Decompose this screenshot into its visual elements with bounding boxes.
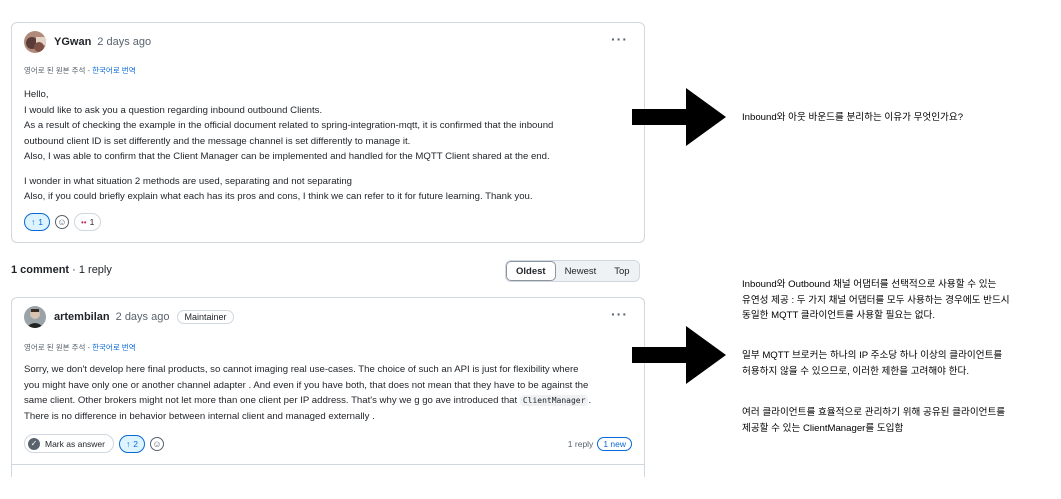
mark-as-answer-label: Mark as answer <box>45 438 105 449</box>
upvote-count: 2 <box>133 438 138 449</box>
answer-author[interactable]: artembilan <box>54 311 110 323</box>
question-line: I wonder in what situation 2 methods are… <box>24 175 352 187</box>
eyes-reaction-button[interactable]: •• 1 <box>73 213 102 231</box>
upvote-count: 1 <box>38 217 43 227</box>
annotation-note-2: Inbound와 Outbound 채널 어댑터를 선택적으로 사용할 수 있는… <box>742 277 1010 324</box>
question-translate-link[interactable]: 한국어로 번역 <box>92 66 135 75</box>
sort-oldest-button[interactable]: Oldest <box>506 261 556 281</box>
question-line: As a result of checking the example in t… <box>24 120 554 131</box>
answer-line-end: . <box>588 395 592 406</box>
client-manager-code: ClientManager <box>519 395 589 406</box>
annotation-line: 제공할 수 있는 ClientManager를 도입함 <box>742 422 904 434</box>
eyes-emoji-icon: •• <box>80 217 87 227</box>
annotation-line: 허용하지 않을 수 있으므로, 이러한 제한을 고려해야 한다. <box>742 365 969 377</box>
check-circle-icon: ✓ <box>28 437 40 450</box>
question-header: YGwan 2 days ago <box>24 30 151 54</box>
question-more-options-icon[interactable]: ··· <box>611 31 628 47</box>
reply-count[interactable]: 1 reply <box>568 439 594 449</box>
annotation-note-3: 일부 MQTT 브로커는 하나의 IP 주소당 하나 이상의 클라이언트를 허용… <box>742 348 1002 379</box>
annotation-line: 일부 MQTT 브로커는 하나의 IP 주소당 하나 이상의 클라이언트를 <box>742 350 1003 361</box>
question-line: outbound client ID is set differently an… <box>24 135 411 147</box>
answer-body: Sorry, we don't develop here final produ… <box>24 362 634 424</box>
new-replies-badge[interactable]: 1 new <box>597 437 632 451</box>
question-translation-note: 영어로 된 원본 주석 - <box>24 66 93 75</box>
sort-top-button[interactable]: Top <box>605 261 638 281</box>
sort-newest-button[interactable]: Newest <box>556 261 606 281</box>
question-author[interactable]: YGwan <box>54 36 91 48</box>
annotation-line: 유연성 제공 : 두 가지 채널 어댑터를 모두 사용하는 경우에도 반드시 <box>742 294 1010 306</box>
question-body: Hello, I would like to ask you a questio… <box>24 87 624 205</box>
ygwan-avatar[interactable] <box>24 31 46 53</box>
add-reaction-smiley-icon[interactable]: ☺ <box>149 436 164 451</box>
answer-time[interactable]: 2 days ago <box>116 311 170 323</box>
answer-translation-note: 영어로 된 원본 주석 - <box>24 343 93 352</box>
question-spacer <box>24 165 624 174</box>
question-reactions: ↑ 1 ☺ •• 1 <box>24 213 102 231</box>
answer-line: There is no difference in behavior betwe… <box>24 410 375 422</box>
comment-summary: 1 comment · 1 reply <box>11 264 112 276</box>
annotation-note-4: 여러 클라이언트를 효율적으로 관리하기 위해 공유된 클라이언트를 제공할 수… <box>742 405 1005 436</box>
add-reaction-smiley-icon[interactable]: ☺ <box>54 215 69 229</box>
answer-upvote-button[interactable]: ↑ 2 <box>119 434 145 453</box>
answer-translation-bar: 영어로 된 원본 주석 - 한국어로 번역 <box>24 342 136 353</box>
reply-thread-info: 1 reply 1 new <box>568 437 632 451</box>
eyes-reaction-count: 1 <box>89 217 95 227</box>
right-arrow-icon <box>632 326 726 384</box>
answer-card: artembilan 2 days ago Maintainer ··· 영어로… <box>11 297 645 477</box>
question-time[interactable]: 2 days ago <box>97 36 151 48</box>
annotation-line: 여러 클라이언트를 효율적으로 관리하기 위해 공유된 클라이언트를 <box>742 407 1006 418</box>
upvote-arrow-icon: ↑ <box>126 438 131 449</box>
card-divider <box>12 464 644 465</box>
answer-line: Sorry, we don't develop here final produ… <box>24 364 579 375</box>
answer-actions: ✓ Mark as answer ↑ 2 ☺ <box>24 434 164 453</box>
artembilan-avatar[interactable] <box>24 306 46 328</box>
mark-as-answer-button[interactable]: ✓ Mark as answer <box>24 434 114 453</box>
annotation-line: Inbound와 Outbound 채널 어댑터를 선택적으로 사용할 수 있는 <box>742 279 997 290</box>
question-card: YGwan 2 days ago ··· 영어로 된 원본 주석 - 한국어로 … <box>11 22 645 243</box>
sort-toggle: Oldest Newest Top <box>505 260 640 282</box>
question-upvote-button[interactable]: ↑ 1 <box>24 213 50 231</box>
reply-count-summary: · 1 reply <box>69 264 112 276</box>
question-translation-bar: 영어로 된 원본 주석 - 한국어로 번역 <box>24 65 136 76</box>
upvote-arrow-icon: ↑ <box>31 217 36 227</box>
answer-header: artembilan 2 days ago Maintainer <box>24 305 234 329</box>
maintainer-badge: Maintainer <box>177 310 234 324</box>
answer-translate-link[interactable]: 한국어로 번역 <box>92 343 135 352</box>
answer-line-text: same client. Other brokers might not let… <box>24 395 520 406</box>
right-arrow-icon <box>632 88 726 146</box>
annotation-note-1: Inbound와 아웃 바운드를 분리하는 이유가 무엇인가요? <box>742 112 964 123</box>
question-line: Also, if you could briefly explain what … <box>24 191 533 202</box>
answer-line: same client. Other brokers might not let… <box>24 393 634 409</box>
question-line: Also, I was able to confirm that the Cli… <box>24 151 550 162</box>
question-line: Hello, <box>24 89 49 100</box>
comment-count: 1 comment <box>11 264 70 276</box>
answer-more-options-icon[interactable]: ··· <box>611 306 628 322</box>
question-line: I would like to ask you a question regar… <box>24 104 323 116</box>
answer-line: you might have only one or another chann… <box>24 379 589 391</box>
annotation-line: 동일한 MQTT 클라이언트를 사용할 필요는 없다. <box>742 310 936 322</box>
